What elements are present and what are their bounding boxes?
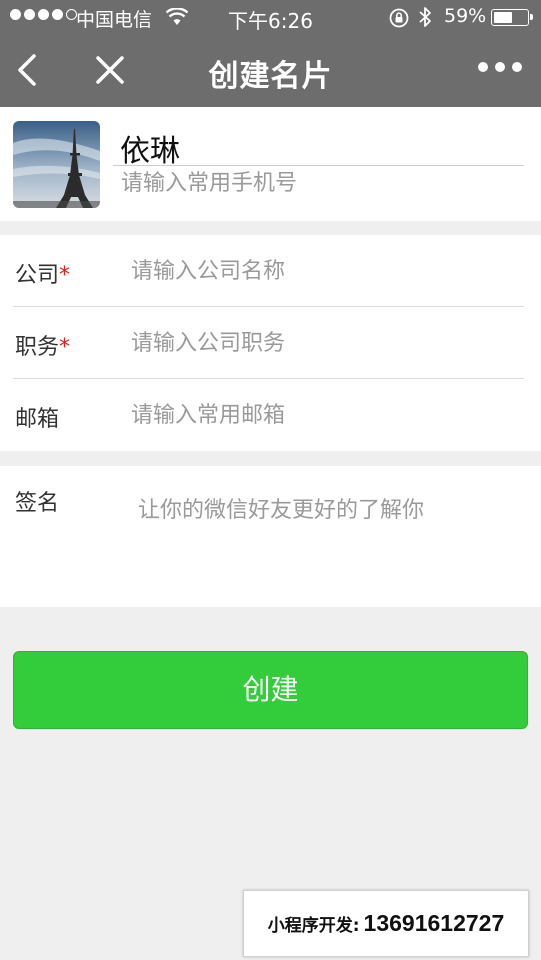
promo-phone: 13691612727 [363,910,505,936]
required-mark: * [59,263,71,288]
signature-section: 签名 [0,466,541,607]
name-field[interactable]: 依琳 [120,126,180,170]
company-row: 公司* [0,235,541,307]
eiffel-tower-photo-icon [13,121,100,208]
page-title: 创建名片 [208,59,333,94]
position-label: 职务* [15,335,71,360]
promo-watermark: 小程序开发: 13691612727 [243,890,529,957]
email-label: 邮箱 [15,407,60,432]
email-row: 邮箱 [0,379,541,451]
company-label: 公司* [15,263,71,288]
phone-input[interactable] [121,171,511,196]
create-button[interactable]: 创建 [13,651,528,729]
status-bar: 中国电信 下午6:26 59% [0,0,541,34]
battery-icon [491,9,533,26]
name-divider [113,165,524,166]
battery-percent: 59% [444,5,487,27]
position-row: 职务* [0,307,541,379]
bluetooth-icon [419,7,431,27]
required-mark: * [59,335,71,360]
position-input[interactable] [131,327,521,359]
more-dots-icon[interactable] [478,62,522,72]
navigation-bar: 创建名片 [0,34,541,107]
rotation-lock-icon [389,8,409,28]
promo-label: 小程序开发: [267,916,360,936]
signature-label: 签名 [15,491,60,516]
signature-input[interactable] [138,492,528,592]
info-form: 公司* 职务* 邮箱 [0,235,541,451]
avatar[interactable] [13,121,100,208]
top-bar: 中国电信 下午6:26 59% 创建名片 [0,0,541,107]
email-input[interactable] [131,399,521,431]
company-input[interactable] [131,255,521,287]
profile-card: 依琳 [0,107,541,221]
